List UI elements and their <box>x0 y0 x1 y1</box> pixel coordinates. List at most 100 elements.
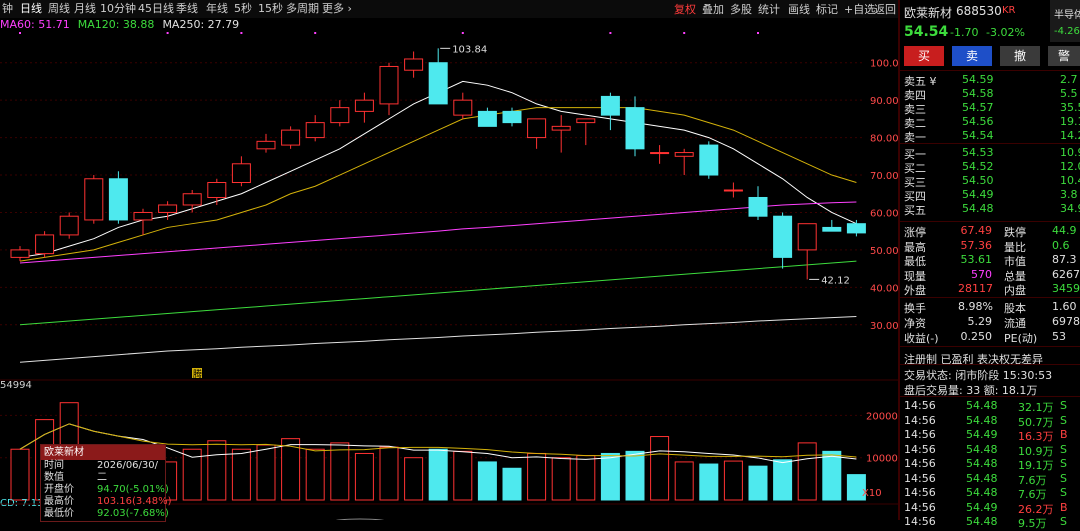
tick-side: B <box>1060 500 1068 514</box>
label-text: 腾 <box>193 368 202 380</box>
sector-box[interactable]: 半导体 -4.26 <box>1050 0 1080 42</box>
volume-bar <box>207 440 227 501</box>
candle-body <box>748 196 768 217</box>
stat-value: 67.49 <box>960 224 993 237</box>
candle-body <box>256 140 276 150</box>
tick-time: 14:56 <box>904 486 936 499</box>
stat-value: 87.3 <box>1052 253 1077 266</box>
book-price: 54.57 <box>962 101 994 114</box>
current-price: 54.54 <box>904 24 949 40</box>
period-tab[interactable]: 周线 <box>48 0 70 18</box>
book-price: 54.54 <box>962 129 994 142</box>
volume-label: 54994 <box>0 380 32 391</box>
toolbar-action[interactable]: 画线 <box>788 1 810 17</box>
tick-price: 54.48 <box>966 515 998 528</box>
tick-price: 54.48 <box>966 413 998 427</box>
book-price: 54.53 <box>962 146 994 159</box>
tick-time: 14:56 <box>904 471 936 485</box>
period-tab[interactable]: 多周期 <box>286 0 319 18</box>
candle-body <box>281 129 301 146</box>
candle-body <box>133 211 153 221</box>
period-tab[interactable]: 更多 › <box>322 0 352 18</box>
toolbar-action[interactable]: 叠加 <box>702 1 724 17</box>
volume-bar <box>330 442 350 501</box>
tick-time: 14:56 <box>904 500 936 514</box>
tick-time: 14:56 <box>904 428 936 441</box>
volume-bar <box>477 461 497 501</box>
toolbar-action[interactable]: 标记 <box>816 1 838 17</box>
y-tick-label: 60.00 <box>870 208 898 219</box>
tick-side: S <box>1060 442 1067 456</box>
period-tab[interactable]: 5秒 <box>234 0 252 18</box>
book-volume: 34.9 <box>1060 202 1080 215</box>
volume-bar <box>650 436 670 501</box>
sector-title: 半导体 <box>1054 10 1080 21</box>
book-price: 54.59 <box>962 73 994 86</box>
book-volume: 5.5 <box>1060 87 1078 100</box>
y-tick-label: 50.00 <box>870 246 898 257</box>
candle-body <box>35 234 55 255</box>
stat-key: 流通 <box>1004 317 1026 330</box>
candle-body <box>600 95 620 116</box>
sell-button[interactable]: 卖 <box>952 46 992 66</box>
ma-line-ma60 <box>19 201 857 264</box>
book-price: 54.50 <box>962 174 994 187</box>
marker-dot <box>240 32 243 34</box>
tooltip-key: 时间 <box>44 460 64 471</box>
tooltip-key: 开盘价 <box>44 484 74 495</box>
stat-value: 6978 <box>1052 315 1080 328</box>
stat-key: 换手 <box>904 302 926 315</box>
stat-value: 1.60 <box>1052 300 1077 313</box>
stock-code: 688530 <box>956 4 1002 18</box>
toolbar-action[interactable]: +自选 <box>844 1 875 17</box>
stat-value: 0.6 <box>1052 238 1070 252</box>
period-tab[interactable]: 月线 <box>74 0 96 18</box>
tooltip-row: 最高价 103.16(3.48%) <box>41 496 172 508</box>
sector-change: -4.26 <box>1054 26 1080 37</box>
candle-body <box>59 215 79 236</box>
period-tab[interactable]: 年线 <box>206 0 228 18</box>
book-volume: 10.9 <box>1060 146 1080 159</box>
toolbar-action[interactable]: 复权 <box>674 1 696 17</box>
period-tab[interactable]: 钟 <box>2 0 13 18</box>
divider <box>900 221 1080 222</box>
period-tab[interactable]: 10分钟 <box>100 0 136 18</box>
period-tab[interactable]: 45日线 <box>138 0 174 18</box>
stat-key: 外盘 <box>904 284 926 297</box>
low-annotation: 42.12 <box>821 275 850 286</box>
period-tab[interactable]: 季线 <box>176 0 198 18</box>
toolbar-action[interactable]: 返回 <box>874 1 896 17</box>
marker-dot <box>683 32 686 34</box>
cancel-button[interactable]: 撤 <box>1000 46 1040 66</box>
toolbar-action[interactable]: 统计 <box>758 1 780 17</box>
candle-body <box>773 215 793 258</box>
buy-button[interactable]: 买 <box>904 46 944 66</box>
volume-bar <box>453 450 473 501</box>
marker-dot <box>314 32 317 34</box>
volume-bar <box>625 450 645 501</box>
candle-body <box>207 182 227 198</box>
tooltip-key: 最低价 <box>44 508 74 519</box>
ma-line-ma120 <box>19 260 857 326</box>
candle-body <box>84 178 104 221</box>
trade-status: 交易状态: 闭市阶段 15:30:53 <box>904 369 1053 382</box>
book-label: 买五 <box>904 204 926 217</box>
kr-badge: KR <box>1002 5 1016 16</box>
divider <box>900 364 1080 365</box>
period-tab[interactable]: 日线 <box>20 0 42 18</box>
candle-body <box>231 163 251 184</box>
candle-body <box>477 110 497 127</box>
tick-price: 54.49 <box>966 428 998 441</box>
tick-price: 54.48 <box>966 399 998 412</box>
book-volume: 12.0 <box>1060 160 1080 173</box>
volume-bar <box>822 450 842 501</box>
book-price: 54.48 <box>962 202 994 215</box>
tick-time: 14:56 <box>904 457 936 470</box>
toolbar-action[interactable]: 多股 <box>730 1 752 17</box>
period-tab[interactable]: 15秒 <box>258 0 283 18</box>
y-tick-label: 40.00 <box>870 283 898 294</box>
tick-price: 54.48 <box>966 486 998 499</box>
candle-body <box>404 58 424 71</box>
alert-button[interactable]: 警 <box>1048 46 1080 66</box>
stat-value: 570 <box>971 267 992 281</box>
